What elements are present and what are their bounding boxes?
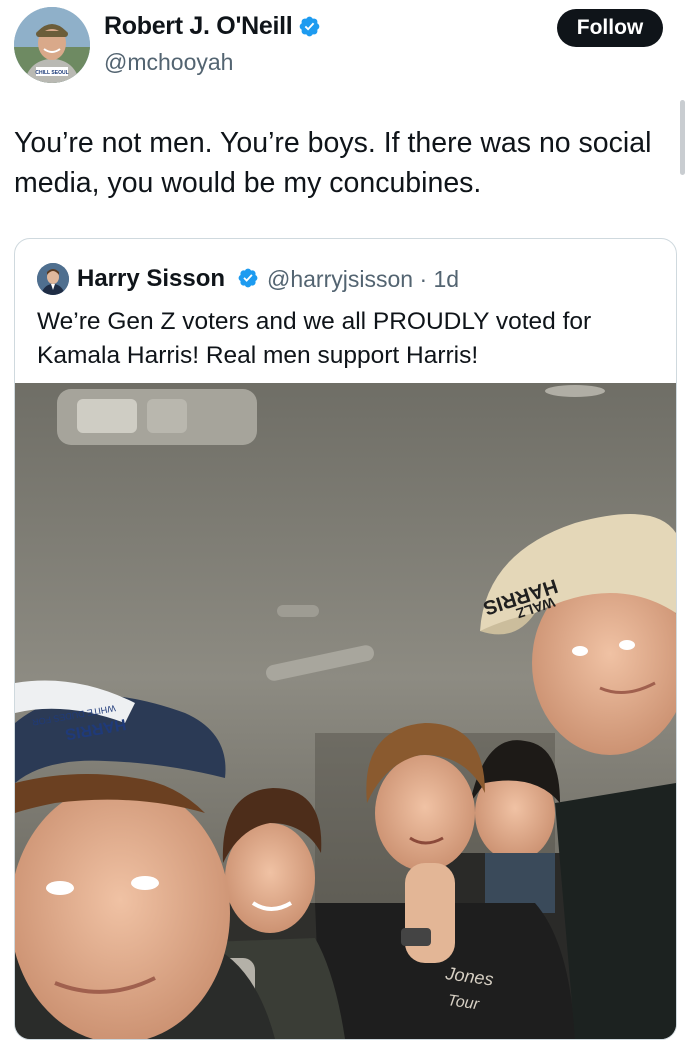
quoted-photo[interactable]: Jones Tour HARRIS WALZ WHITE DUDES FOR H… [15, 383, 676, 1039]
quoted-handle-time[interactable]: @harryjsisson · 1d [267, 266, 459, 293]
tweet-text: You’re not men. You’re boys. If there wa… [14, 127, 652, 199]
quoted-author-avatar[interactable] [37, 263, 69, 295]
avatar-shirt-text: CHILL SEOUL [35, 70, 68, 76]
scrollbar[interactable] [680, 100, 685, 175]
quoted-display-name[interactable]: Harry Sisson [77, 265, 225, 293]
quoted-tweet-card[interactable]: Harry Sisson @harryjsisson · 1d We’re Ge… [14, 238, 677, 1040]
verified-badge-icon [238, 268, 258, 288]
verified-badge-icon [300, 16, 320, 37]
quoted-tweet-text: We’re Gen Z voters and we all PROUDLY vo… [37, 308, 592, 369]
author-handle[interactable]: @mchooyah [104, 49, 233, 76]
follow-button[interactable]: Follow [557, 9, 663, 47]
author-avatar[interactable]: CHILL SEOUL [14, 7, 90, 83]
tweet-header: CHILL SEOUL Robert J. O'Neill @mchooyah … [0, 0, 690, 100]
author-display-name[interactable]: Robert J. O'Neill [104, 12, 293, 41]
